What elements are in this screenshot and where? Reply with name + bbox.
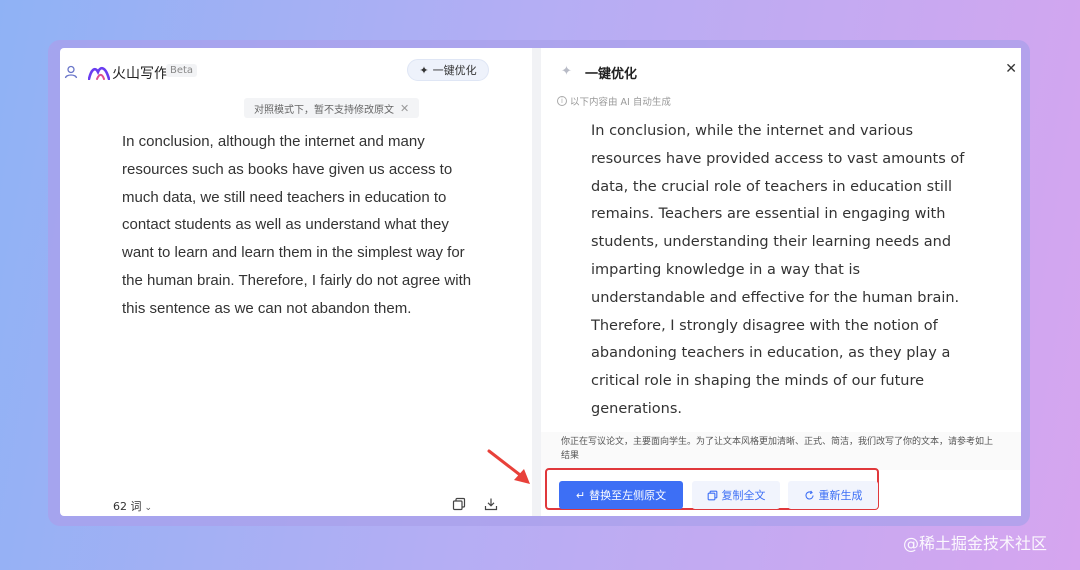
beta-badge: Beta	[166, 64, 198, 77]
annotation-arrow-icon	[487, 449, 530, 484]
sparkle-icon: ✦	[419, 63, 429, 77]
watermark: @稀土掘金技术社区	[903, 534, 1048, 553]
chevron-down-icon: ⌄	[144, 503, 153, 513]
word-count: 62 词	[113, 500, 142, 513]
sparkle-icon: ✦	[561, 64, 572, 79]
original-text[interactable]: In conclusion, although the internet and…	[122, 128, 482, 323]
optimize-result-panel: ✦ 一键优化 ✕ i 以下内容由 AI 自动生成 In conclusion, …	[541, 48, 1021, 516]
regenerate-button-label: 重新生成	[818, 489, 863, 502]
refresh-icon	[804, 490, 814, 499]
replace-button-label: 替换至左侧原文	[589, 489, 667, 502]
copy-button-label: 复制全文	[721, 489, 766, 502]
compare-mode-notice: 对照模式下，暂不支持修改原文 ✕	[244, 98, 420, 118]
ai-generated-note: i 以下内容由 AI 自动生成	[557, 94, 671, 108]
ai-note-text: 以下内容由 AI 自动生成	[570, 97, 671, 108]
regenerate-button[interactable]: 重新生成	[788, 481, 878, 509]
info-icon: i	[557, 96, 567, 106]
replace-original-button[interactable]: ↵ 替换至左侧原文	[559, 481, 683, 509]
return-arrow-icon: ↵	[575, 488, 586, 502]
highlighted-action-bar: ↵ 替换至左侧原文 复制全文 重新生成	[545, 468, 879, 510]
panel-divider	[532, 48, 541, 516]
volcano-logo-icon	[88, 67, 110, 80]
close-icon[interactable]: ✕	[1005, 61, 1017, 77]
app-name: 火山写作	[112, 66, 168, 82]
rewrite-explanation: 你正在写议论文，主要面向学生。为了让文本风格更加清晰、正式、简洁，我们改写了你的…	[541, 432, 1021, 470]
notice-text: 对照模式下，暂不支持修改原文	[254, 104, 394, 116]
copy-all-button[interactable]: 复制全文	[692, 481, 780, 509]
one-click-optimize-button[interactable]: ✦ 一键优化	[407, 59, 489, 81]
user-icon[interactable]	[64, 65, 78, 79]
optimized-text: In conclusion, while the internet and va…	[591, 123, 965, 417]
close-icon[interactable]: ✕	[400, 102, 409, 115]
word-count-dropdown[interactable]: 62 词 ⌄	[113, 498, 152, 514]
optimize-button-label: 一键优化	[432, 64, 477, 77]
copy-icon	[707, 490, 717, 500]
copy-icon[interactable]	[452, 497, 466, 511]
panel-title: 一键优化	[585, 67, 638, 82]
download-icon[interactable]	[484, 497, 498, 511]
original-editor-panel: 火山写作 Beta ✦ 一键优化 对照模式下，暂不支持修改原文 ✕ In con…	[60, 48, 532, 516]
